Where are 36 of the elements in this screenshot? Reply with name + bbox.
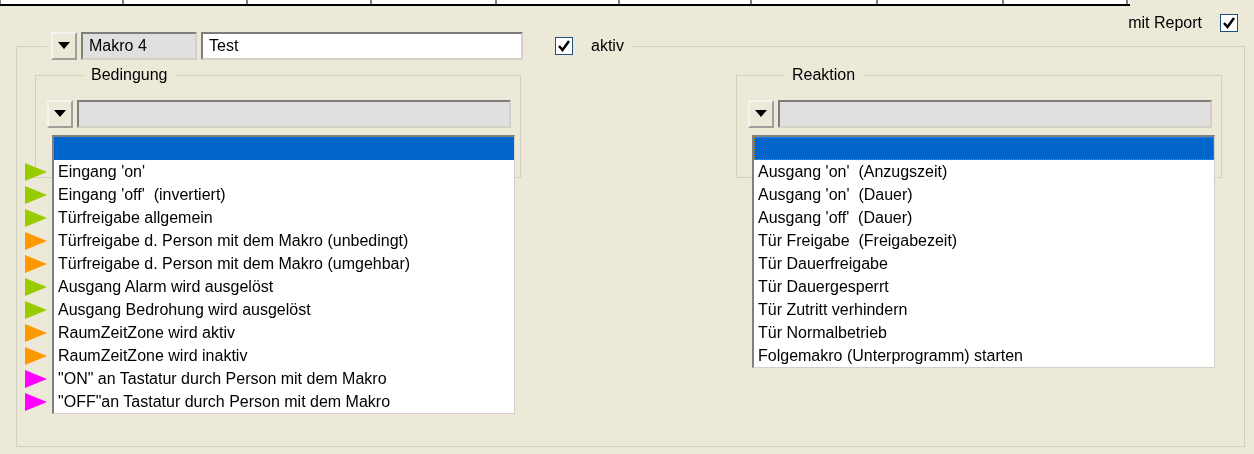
checkbox[interactable] bbox=[1220, 14, 1238, 32]
list-item[interactable]: Ausgang Bedrohung wird ausgelöst bbox=[54, 298, 514, 321]
dropdown-button[interactable] bbox=[748, 100, 774, 128]
caret-icon bbox=[755, 110, 767, 118]
list-item[interactable]: Tür Dauergesperrt bbox=[754, 275, 1214, 298]
list-item[interactable]: "ON" an Tastatur durch Person mit dem Makro bbox=[54, 367, 514, 390]
list-item[interactable]: Tür Dauerfreigabe bbox=[754, 252, 1214, 275]
group-title: Bedingung bbox=[90, 66, 169, 84]
macro-number-field: Makro 4 bbox=[81, 32, 197, 60]
list-item[interactable]: RaumZeitZone wird aktiv bbox=[54, 321, 514, 344]
macro-name-field[interactable]: Test bbox=[201, 32, 523, 60]
list-item[interactable]: Tür Freigabe (Freigabezeit) bbox=[754, 229, 1214, 252]
list-item[interactable]: Türfreigabe allgemein bbox=[54, 206, 514, 229]
dropdown-button[interactable] bbox=[47, 100, 73, 128]
dropdown-button[interactable] bbox=[51, 32, 77, 60]
list-item[interactable]: Ausgang 'on' (Anzugszeit) bbox=[754, 160, 1214, 183]
list-item[interactable]: Folgemakro (Unterprogramm) starten bbox=[754, 344, 1214, 367]
list-item[interactable]: Ausgang Alarm wird ausgelöst bbox=[54, 275, 514, 298]
combo-field[interactable] bbox=[77, 100, 511, 128]
active-label: aktiv bbox=[591, 37, 624, 55]
checkbox[interactable] bbox=[555, 37, 573, 55]
caret-icon bbox=[58, 42, 70, 50]
list-item[interactable]: Türfreigabe d. Person mit dem Makro (unbedingt) bbox=[54, 229, 514, 252]
group-title: Reaktion bbox=[791, 66, 857, 84]
report-label: mit Report bbox=[1128, 14, 1202, 32]
list-item[interactable]: Tür Normalbetrieb bbox=[754, 321, 1214, 344]
list-item[interactable]: Eingang 'off' (invertiert) bbox=[54, 183, 514, 206]
list-item[interactable]: Eingang 'on' bbox=[54, 160, 514, 183]
list-item[interactable]: Ausgang 'off' (Dauer) bbox=[754, 206, 1214, 229]
list-item[interactable]: Türfreigabe d. Person mit dem Makro (umgehbar) bbox=[54, 252, 514, 275]
list-item[interactable]: Tür Zutritt verhindern bbox=[754, 298, 1214, 321]
list-item[interactable]: Ausgang 'on' (Dauer) bbox=[754, 183, 1214, 206]
list-item[interactable]: "OFF"an Tastatur durch Person mit dem Makro bbox=[54, 390, 514, 413]
list-item[interactable]: RaumZeitZone wird inaktiv bbox=[54, 344, 514, 367]
combo-field[interactable] bbox=[778, 100, 1212, 128]
caret-icon bbox=[54, 110, 66, 118]
